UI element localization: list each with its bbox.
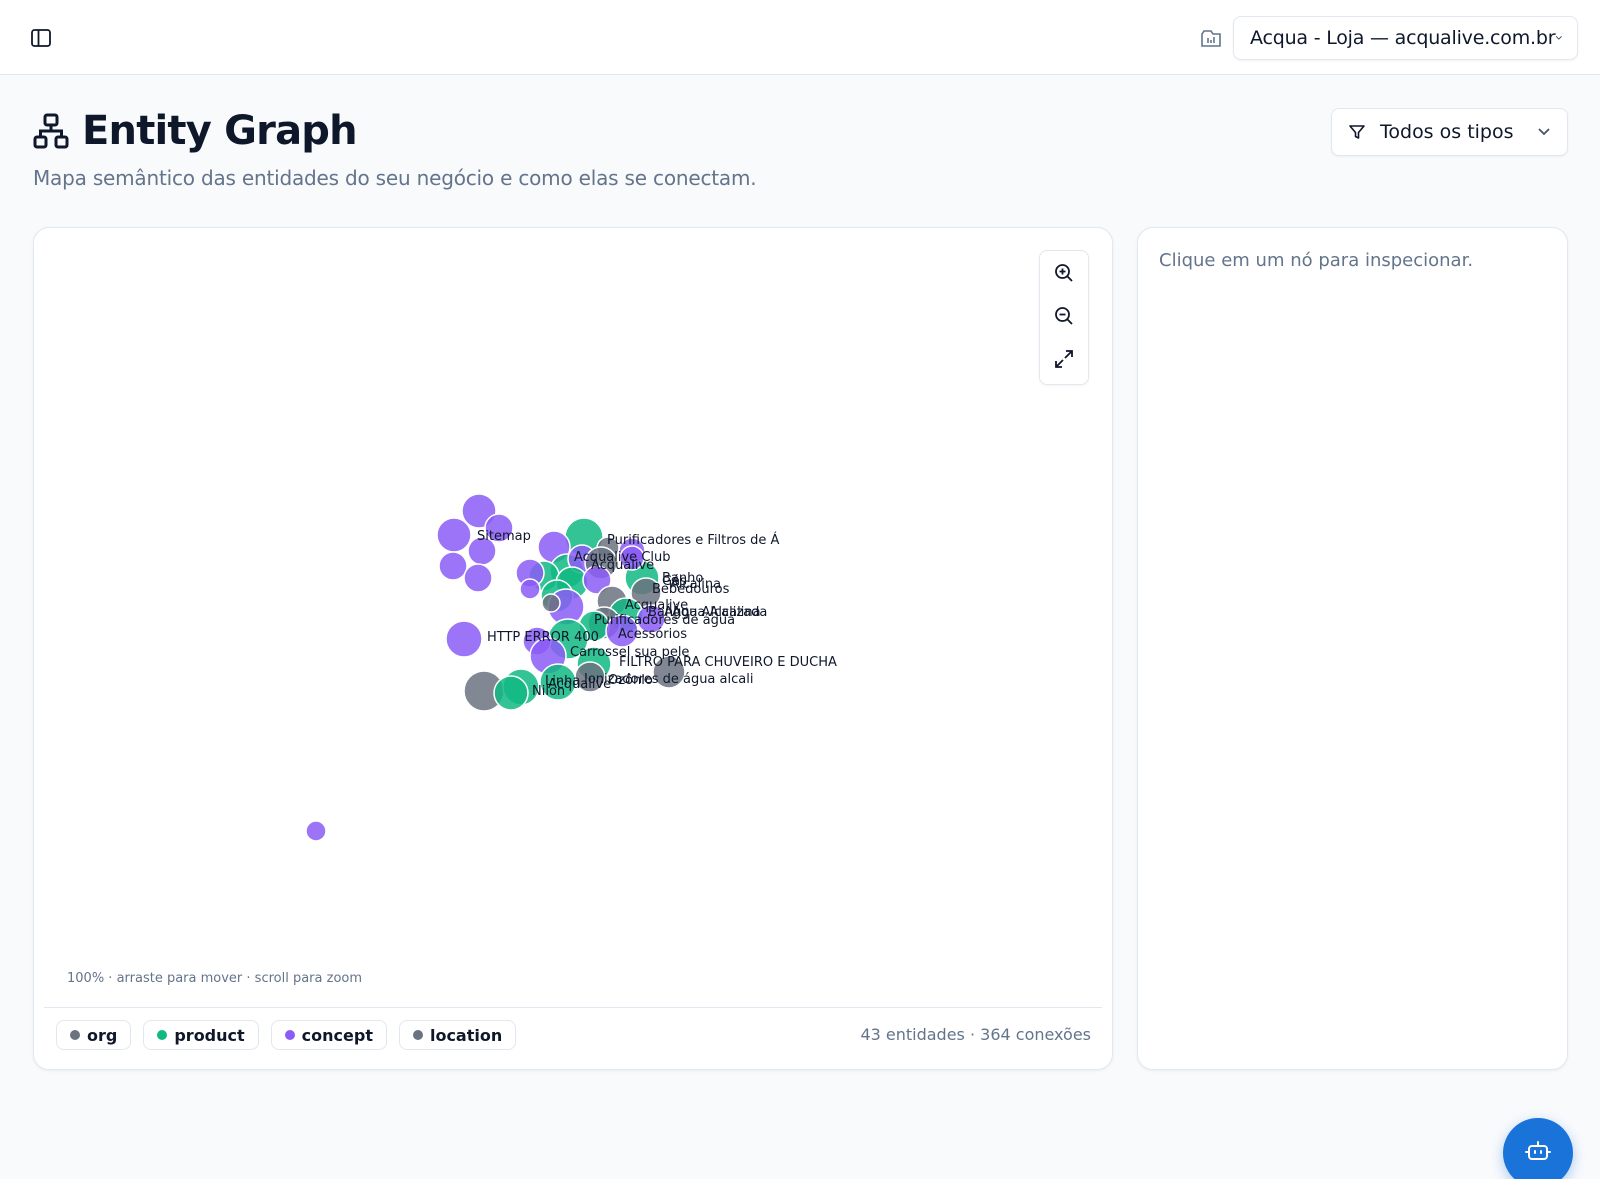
legend-dot — [70, 1030, 80, 1040]
graph-node-label: FILTRO PARA CHUVEIRO E DUCHA — [619, 655, 837, 670]
graph-node-label: Acqualive — [591, 558, 654, 573]
legend-chip-product[interactable]: product — [143, 1020, 259, 1050]
graph-node-label: Nilon — [532, 684, 565, 699]
fit-view-button[interactable] — [1040, 337, 1088, 380]
network-icon — [33, 113, 69, 149]
graph-node-label: Sitemap — [477, 529, 531, 544]
inspector-panel: Clique em um nó para inspecionar. — [1137, 227, 1568, 1070]
graph-node-concept[interactable] — [305, 820, 327, 842]
graph-node-location[interactable] — [541, 593, 561, 613]
top-bar: Acqua - Loja — acqualive.com.br — [0, 0, 1600, 75]
legend-label: org — [87, 1025, 118, 1045]
entity-graph-canvas[interactable]: Sitemap Purificadores e Filtros de Á Acqua… — [34, 228, 1113, 1008]
zoom-in-button[interactable] — [1040, 251, 1088, 294]
graph-node-concept[interactable] — [445, 620, 483, 658]
graph-node-label: HTTP ERROR 400 — [487, 630, 599, 645]
legend-chip-org[interactable]: org — [56, 1020, 132, 1050]
graph-panel: Sitemap Purificadores e Filtros de Á Acqua… — [33, 227, 1113, 1070]
chevron-down-icon — [1556, 36, 1563, 40]
type-filter-select[interactable]: Todos os tipos — [1331, 108, 1568, 156]
graph-node-label: Acessórios — [618, 627, 687, 642]
legend-label: concept — [301, 1025, 373, 1045]
graph-node-label: Purificadores e Filtros de Á — [607, 532, 780, 548]
inspector-empty-hint: Clique em um nó para inspecionar. — [1159, 250, 1474, 271]
type-legend: org product concept location — [56, 1020, 517, 1050]
store-icon — [1198, 26, 1224, 50]
graph-node-concept[interactable] — [438, 551, 468, 581]
legend-chip-concept[interactable]: concept — [270, 1020, 387, 1050]
graph-node-concept[interactable] — [436, 517, 472, 553]
site-select-value: Acqua - Loja — acqualive.com.br — [1250, 27, 1556, 49]
page-header: Entity Graph — [32, 108, 358, 154]
legend-dot — [284, 1030, 295, 1040]
graph-hint: 100% · arraste para mover · scroll para … — [67, 971, 363, 986]
chevron-down-icon — [1538, 128, 1550, 136]
bot-icon — [1525, 1141, 1551, 1160]
graph-node-label: Purificadores de água — [594, 613, 735, 628]
site-select[interactable]: Acqua - Loja — acqualive.com.br — [1233, 16, 1578, 60]
zoom-out-icon — [1055, 306, 1073, 325]
page-title: Entity Graph — [82, 108, 358, 154]
graph-node-product[interactable] — [493, 675, 529, 711]
sidebar-toggle-button[interactable] — [28, 26, 54, 50]
sidebar-icon — [31, 29, 51, 47]
filter-icon — [1349, 125, 1365, 139]
graph-node-label: Bebedouros — [652, 582, 730, 597]
zoom-controls — [1039, 250, 1089, 385]
graph-node-label: Ozônio — [608, 673, 653, 688]
graph-node-concept[interactable] — [519, 578, 541, 600]
legend-label: product — [174, 1025, 245, 1045]
page-subtitle: Mapa semântico das entidades do seu negó… — [33, 166, 757, 190]
zoom-in-icon — [1055, 263, 1073, 282]
expand-icon — [1055, 349, 1073, 368]
divider — [44, 1007, 1102, 1008]
assistant-button[interactable] — [1503, 1118, 1573, 1179]
graph-node-concept[interactable] — [463, 563, 493, 593]
legend-dot — [157, 1030, 168, 1040]
legend-dot — [412, 1030, 423, 1040]
zoom-out-button[interactable] — [1040, 294, 1088, 337]
graph-stats: 43 entidades · 364 conexões — [860, 1025, 1091, 1044]
type-filter-value: Todos os tipos — [1380, 121, 1514, 143]
legend-chip-location[interactable]: location — [398, 1020, 517, 1050]
legend-label: location — [429, 1025, 503, 1045]
